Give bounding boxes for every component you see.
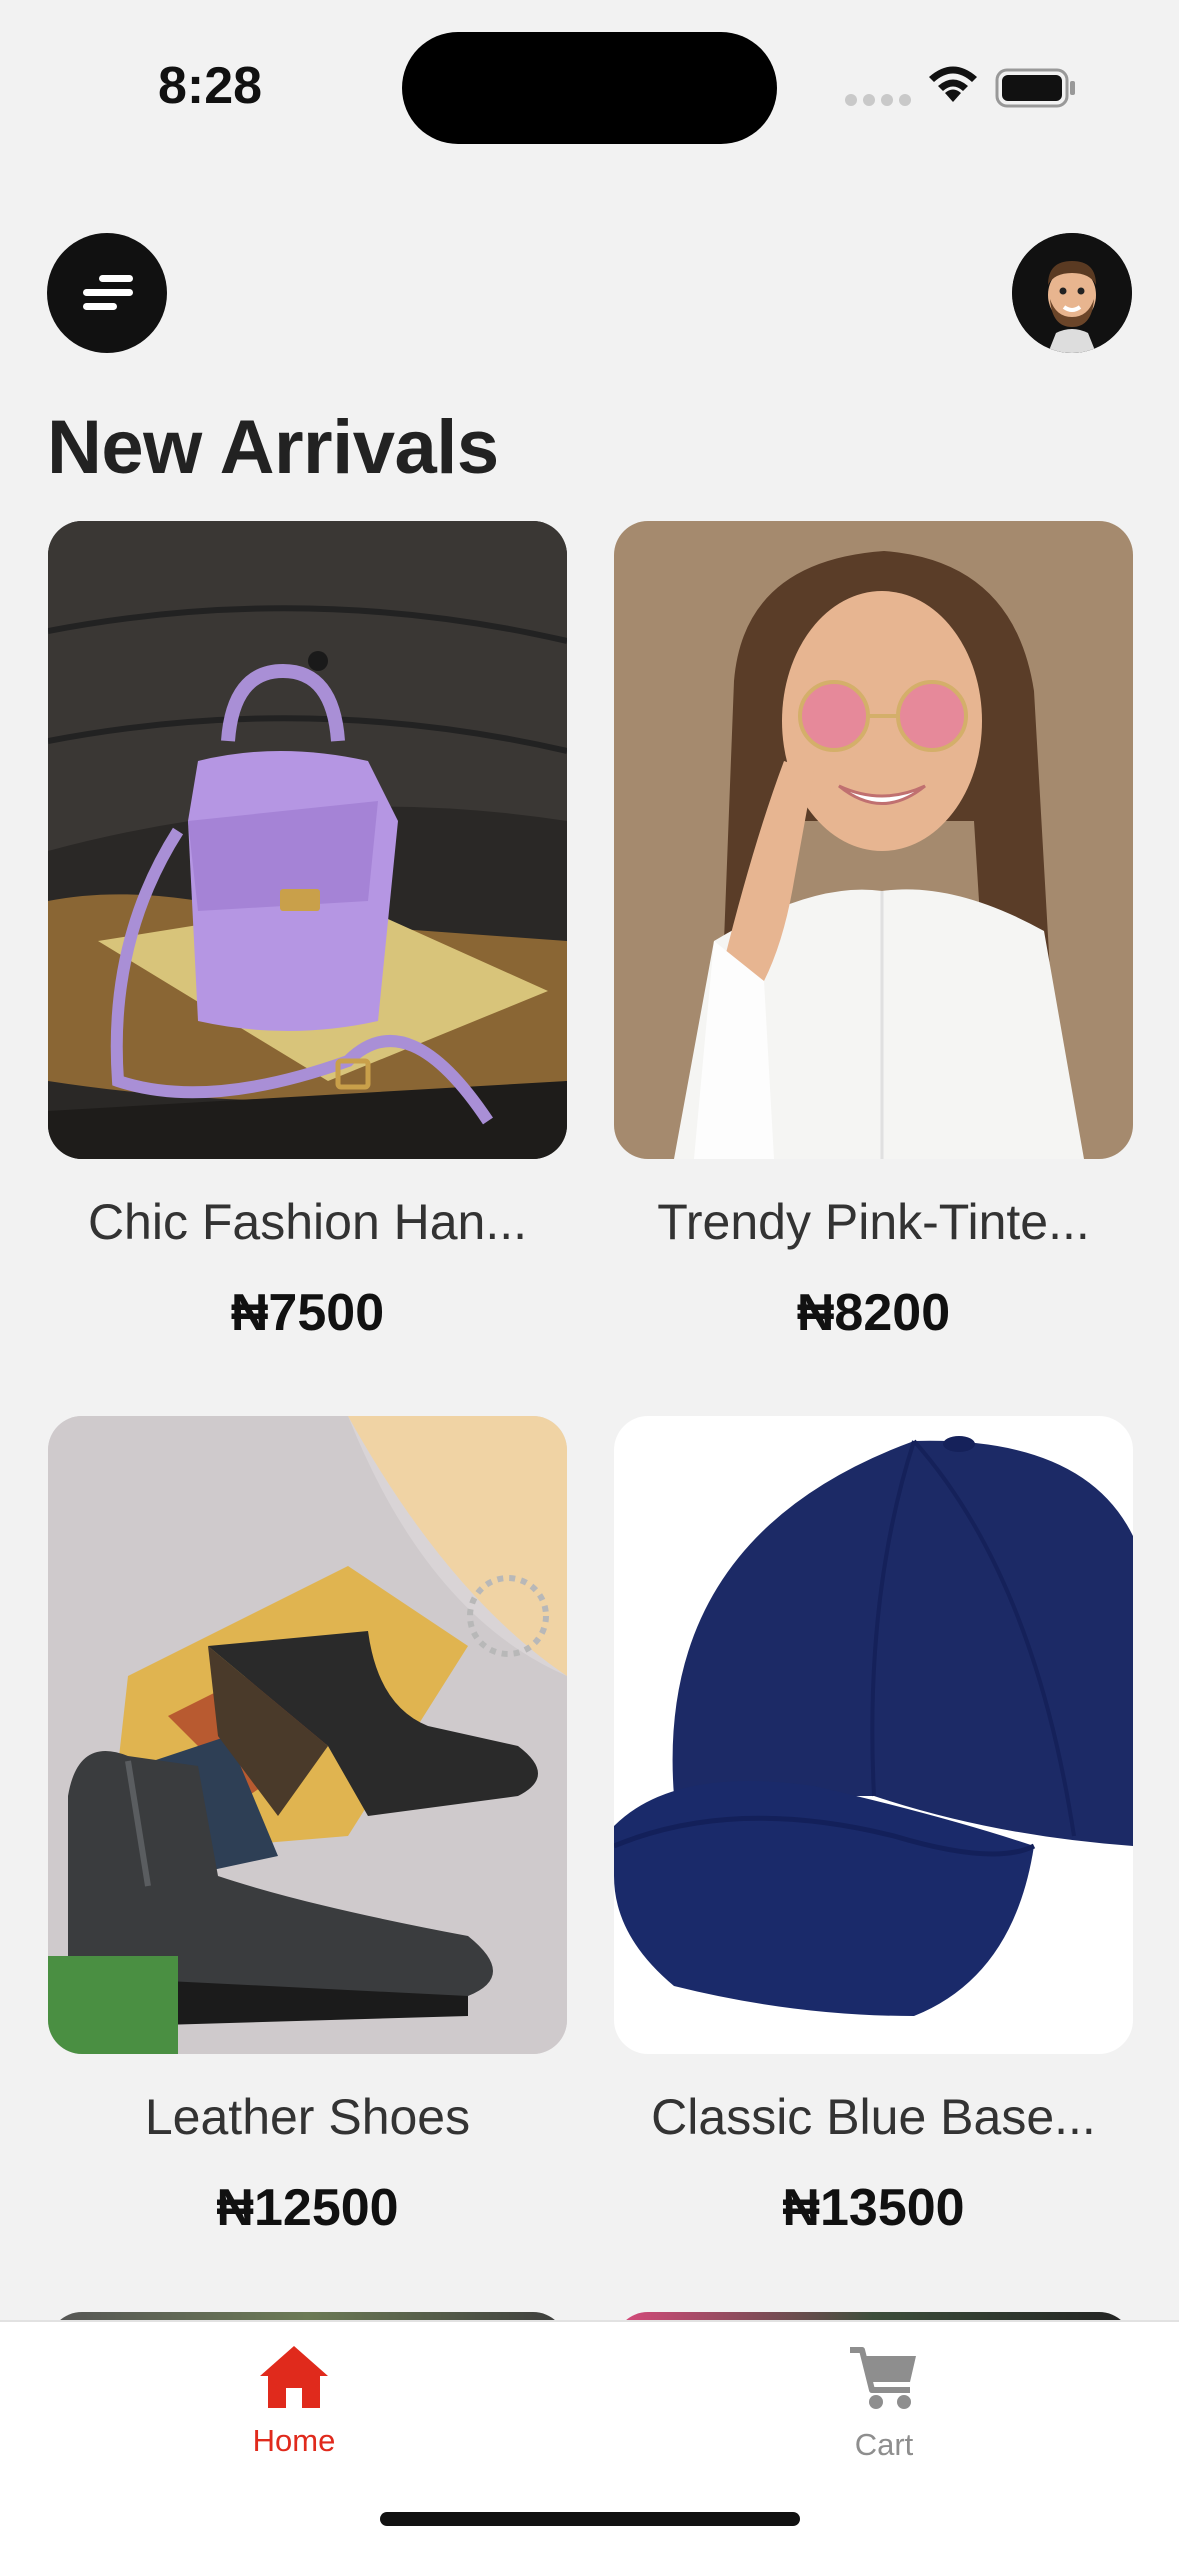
menu-button[interactable] [47, 233, 167, 353]
product-name: Leather Shoes [144, 2089, 471, 2145]
tab-home-label: Home [252, 2423, 336, 2458]
product-price: ₦12500 [216, 2179, 399, 2237]
battery-icon [995, 68, 1075, 108]
product-card[interactable]: Chic Fashion Han... ₦7500 [48, 521, 567, 1343]
product-card[interactable]: Leather Shoes ₦12500 [48, 1416, 567, 2238]
product-image-cap[interactable] [614, 1416, 1133, 2054]
wifi-icon [929, 66, 977, 102]
product-card[interactable]: Trendy Pink-Tinte... ₦8200 [614, 521, 1133, 1343]
product-price: ₦7500 [230, 1284, 385, 1342]
product-price: ₦8200 [796, 1284, 951, 1342]
menu-lines-icon [83, 275, 133, 310]
product-price: ₦13500 [782, 2179, 965, 2237]
tab-cart-label: Cart [854, 2427, 914, 2462]
tab-cart[interactable]: Cart [754, 2344, 1014, 2463]
status-time: 8:28 [158, 57, 263, 115]
product-name: Classic Blue Base... [651, 2089, 1096, 2145]
product-image-handbag[interactable] [48, 521, 567, 1159]
product-name: Trendy Pink-Tinte... [657, 1194, 1090, 1250]
home-indicator [380, 2512, 800, 2526]
profile-avatar-button[interactable] [1012, 233, 1132, 353]
tab-home[interactable]: Home [164, 2344, 424, 2459]
cellular-signal-icon [845, 94, 911, 106]
page-title: New Arrivals [47, 405, 499, 490]
avatar-icon [1012, 233, 1132, 353]
product-image-shoes[interactable] [48, 1416, 567, 2054]
product-card[interactable]: Classic Blue Base... ₦13500 [614, 1416, 1133, 2238]
home-icon [260, 2346, 328, 2408]
product-image-sunglasses[interactable] [614, 521, 1133, 1159]
cart-icon [850, 2347, 916, 2409]
dynamic-island [402, 32, 777, 144]
product-name: Chic Fashion Han... [87, 1194, 528, 1250]
